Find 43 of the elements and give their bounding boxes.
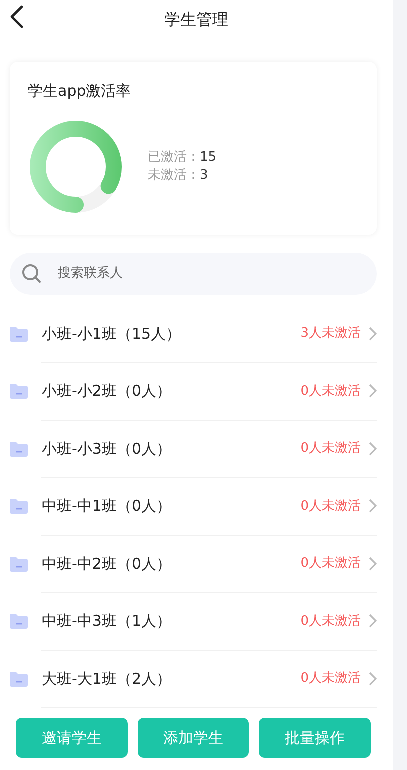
stat-line: 未激活：3	[148, 166, 210, 184]
class-row[interactable]: 中班-中3班（1人） 0人未激活	[0, 593, 393, 650]
search-icon	[22, 264, 42, 284]
chevron-right-icon	[369, 499, 377, 514]
class-name: 中班-中2班（0人）	[42, 554, 172, 574]
class-row[interactable]: 大班-大1班（2人） 0人未激活	[0, 650, 393, 707]
page-title: 学生管理	[164, 10, 228, 29]
inactive-count: 0人未激活	[300, 440, 361, 458]
class-row[interactable]: 小班-小2班（0人） 0人未激活	[0, 363, 393, 420]
folder-icon	[10, 556, 28, 572]
search-bar[interactable]: 搜索联系人	[10, 252, 377, 294]
folder-icon	[10, 670, 28, 687]
class-name: 小班-小2班（0人）	[42, 381, 172, 402]
class-row[interactable]: 小班-小3班（0人） 0人未激活	[0, 420, 393, 477]
chevron-right-icon	[369, 672, 377, 686]
folder-icon	[10, 498, 28, 514]
class-row[interactable]: 中班-中2班（0人） 0人未激活	[0, 536, 393, 592]
inactive-count: 0人未激活	[300, 382, 361, 400]
inactive-count: 0人未激活	[300, 498, 361, 516]
folder-icon	[10, 383, 28, 400]
chevron-right-icon	[369, 614, 377, 628]
class-name: 中班-中3班（1人）	[42, 611, 172, 632]
chevron-right-icon	[369, 384, 377, 398]
class-row[interactable]: 中班-中1班（0人） 0人未激活	[0, 478, 393, 534]
class-name: 小班-小1班（15人）	[42, 324, 182, 344]
card-title: 学生app激活率	[28, 81, 132, 102]
folder-icon	[10, 440, 28, 457]
class-name: 大班-大1班（2人）	[42, 668, 172, 690]
back-button[interactable]	[10, 4, 24, 29]
inactive-count: 0人未激活	[300, 555, 361, 573]
class-row[interactable]: 小班-小1班（15人） 3人未激活	[0, 306, 393, 362]
folder-icon	[10, 613, 28, 630]
class-name: 中班-中1班（0人）	[42, 496, 172, 517]
chevron-right-icon	[369, 326, 377, 341]
folder-icon	[10, 326, 28, 342]
chevron-right-icon	[369, 556, 377, 571]
search-field[interactable]: 搜索联系人	[56, 262, 306, 284]
inactive-count: 3人未激活	[300, 325, 361, 343]
inactive-count: 0人未激活	[300, 670, 361, 688]
chevron-right-icon	[369, 442, 377, 456]
stat-line: 已激活：15	[148, 148, 217, 166]
class-name: 小班-小3班（0人）	[42, 438, 172, 460]
inactive-count: 0人未激活	[300, 612, 361, 630]
